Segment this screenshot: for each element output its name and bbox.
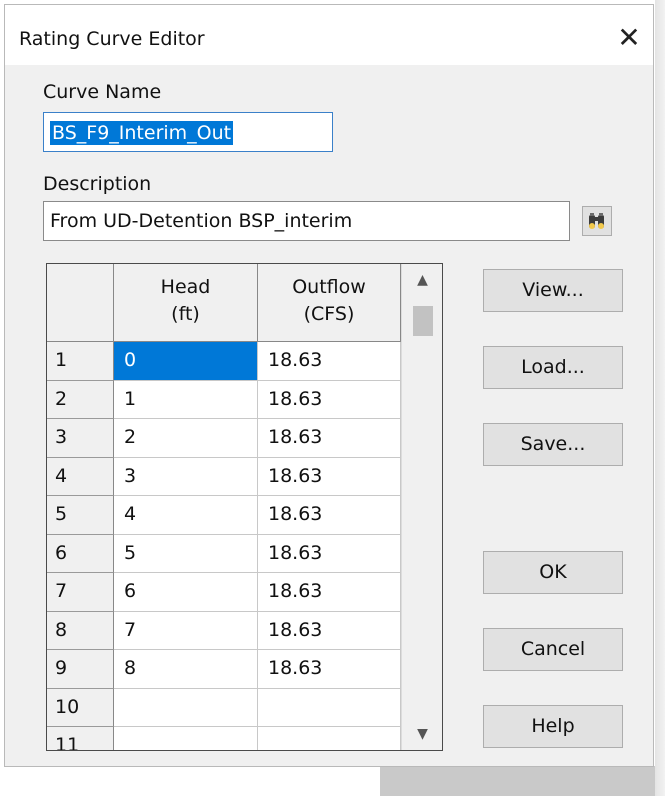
- column-header-unit: (CFS): [303, 303, 355, 325]
- view-button[interactable]: View...: [483, 269, 623, 312]
- outflow-cell[interactable]: 18.63: [258, 496, 401, 535]
- head-cell[interactable]: 7: [114, 611, 258, 650]
- help-button[interactable]: Help: [483, 705, 623, 748]
- window-shadow-right: [655, 0, 665, 796]
- ok-button[interactable]: OK: [483, 551, 623, 594]
- close-icon[interactable]: ✕: [609, 19, 649, 57]
- column-header[interactable]: Outflow (CFS): [258, 264, 401, 342]
- row-header[interactable]: 4: [47, 457, 114, 496]
- outflow-cell[interactable]: 18.63: [258, 573, 401, 612]
- outflow-cell[interactable]: 18.63: [258, 611, 401, 650]
- title-bar: Rating Curve Editor ✕: [5, 5, 653, 65]
- head-cell[interactable]: [114, 727, 258, 750]
- cancel-button[interactable]: Cancel: [483, 628, 623, 671]
- head-cell[interactable]: 0: [114, 342, 258, 381]
- column-header-title: Head: [160, 276, 211, 298]
- column-header-unit: (ft): [171, 303, 200, 325]
- head-cell[interactable]: [114, 688, 258, 727]
- head-cell[interactable]: 5: [114, 534, 258, 573]
- rating-curve-editor-dialog: Rating Curve Editor ✕ Curve Name BS_F9_I…: [4, 4, 654, 767]
- head-cell[interactable]: 6: [114, 573, 258, 612]
- save-button[interactable]: Save...: [483, 423, 623, 466]
- binoculars-icon: [589, 213, 604, 229]
- outflow-cell[interactable]: 18.63: [258, 457, 401, 496]
- scroll-up-icon[interactable]: ▲: [402, 272, 442, 288]
- head-cell[interactable]: 4: [114, 496, 258, 535]
- description-browse-button[interactable]: [582, 206, 612, 236]
- load-button[interactable]: Load...: [483, 346, 623, 389]
- curve-name-label: Curve Name: [43, 81, 162, 103]
- row-header[interactable]: 2: [47, 380, 114, 419]
- column-header[interactable]: Head (ft): [114, 264, 258, 342]
- row-header[interactable]: 3: [47, 419, 114, 458]
- outflow-cell[interactable]: 18.63: [258, 419, 401, 458]
- column-header-title: Outflow: [292, 276, 366, 298]
- scroll-thumb[interactable]: [413, 306, 433, 336]
- window-shadow-bottom: [380, 766, 655, 796]
- row-header[interactable]: 8: [47, 611, 114, 650]
- scroll-down-icon[interactable]: ▼: [402, 726, 442, 742]
- curve-name-value: BS_F9_Interim_Out: [50, 121, 234, 145]
- head-cell[interactable]: 2: [114, 419, 258, 458]
- head-cell[interactable]: 8: [114, 650, 258, 689]
- outflow-cell[interactable]: [258, 688, 401, 727]
- head-cell[interactable]: 1: [114, 380, 258, 419]
- outflow-cell[interactable]: 18.63: [258, 342, 401, 381]
- row-header[interactable]: 7: [47, 573, 114, 612]
- outflow-cell[interactable]: 18.63: [258, 650, 401, 689]
- row-header[interactable]: 1: [47, 342, 114, 381]
- row-header[interactable]: 11: [47, 727, 114, 750]
- curve-name-input[interactable]: BS_F9_Interim_Out: [43, 112, 333, 152]
- rating-curve-table: Head (ft) Outflow (CFS) 1 0 18.63 2 1 18.63 3 2 18.6…: [46, 263, 443, 751]
- row-header[interactable]: 6: [47, 534, 114, 573]
- head-cell[interactable]: 3: [114, 457, 258, 496]
- row-header[interactable]: 5: [47, 496, 114, 535]
- description-label: Description: [43, 173, 152, 195]
- row-header[interactable]: 9: [47, 650, 114, 689]
- outflow-cell[interactable]: 18.63: [258, 534, 401, 573]
- outflow-cell[interactable]: 18.63: [258, 380, 401, 419]
- description-input[interactable]: From UD-Detention BSP_interim: [43, 201, 570, 241]
- row-header[interactable]: 10: [47, 688, 114, 727]
- outflow-cell[interactable]: [258, 727, 401, 750]
- table-corner-header: [47, 264, 114, 342]
- window-title: Rating Curve Editor: [19, 28, 205, 50]
- table-vertical-scrollbar[interactable]: ▲ ▼: [401, 264, 442, 750]
